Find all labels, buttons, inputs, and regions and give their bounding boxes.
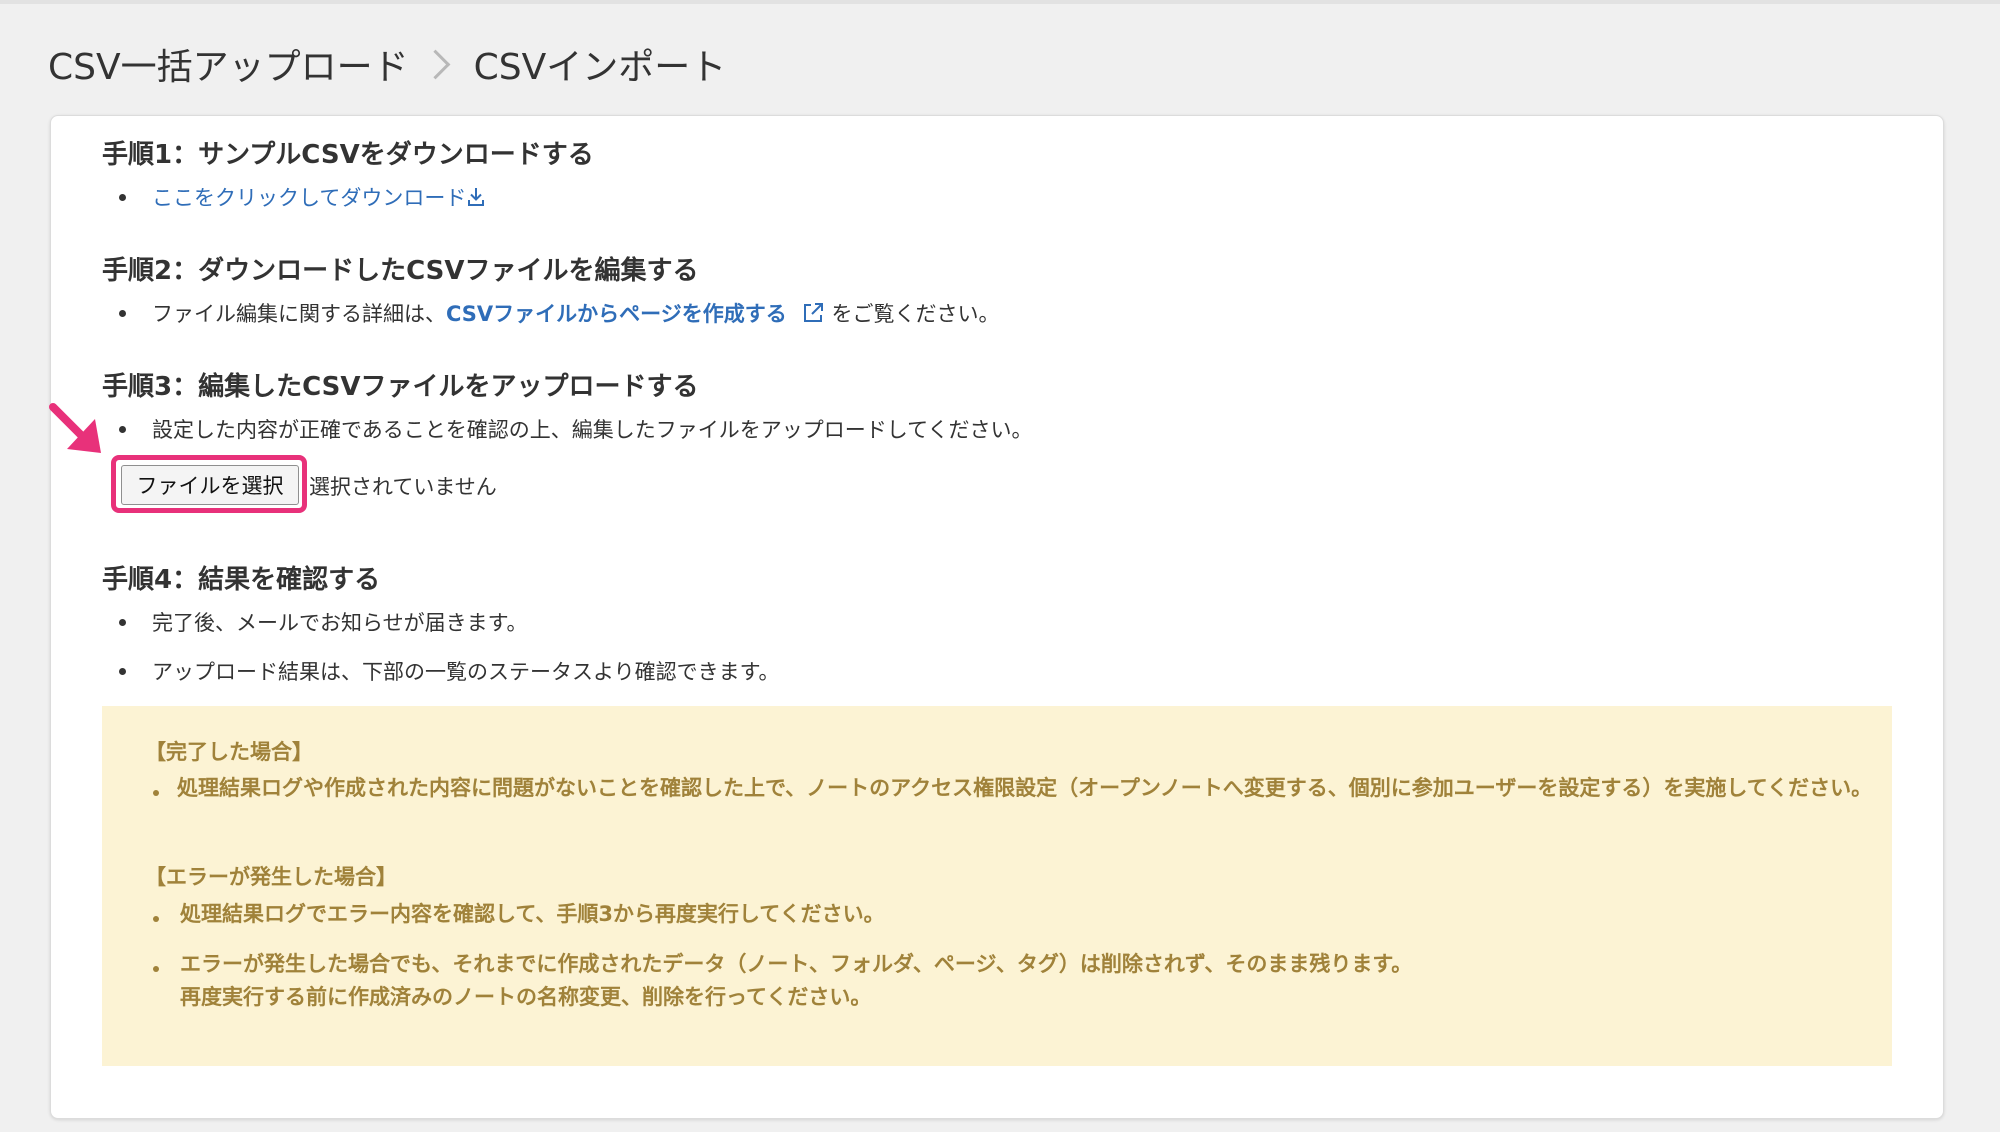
step2-prefix: ファイル編集に関する詳細は、 (152, 302, 446, 326)
pointer-arrow-icon (49, 403, 107, 463)
file-status-text: 選択されていません (309, 475, 497, 499)
import-card: 手順1：サンプルCSVをダウンロードする ここをクリックしてダウンロード 手順2… (49, 115, 1944, 1119)
download-link-label: ここをクリックしてダウンロード (152, 186, 467, 210)
external-link-icon[interactable] (793, 301, 831, 330)
breadcrumb: CSV一括アップロード CSVインポート (48, 38, 726, 90)
step2-title: 手順2：ダウンロードしたCSVファイルを編集する (102, 256, 699, 286)
step4-title: 手順4：結果を確認する (102, 565, 381, 595)
notice-error-item-2-line-1: エラーが発生した場合でも、それまでに作成されたデータ（ノート、フォルダ、ページ、… (180, 952, 1413, 976)
notice-error-heading: 【エラーが発生した場合】 (145, 865, 397, 889)
step1-title: 手順1：サンプルCSVをダウンロードする (102, 140, 594, 170)
step4-item-1-text: 完了後、メールでお知らせが届きます。 (152, 611, 528, 635)
download-icon (466, 186, 486, 213)
step4-item-2: アップロード結果は、下部の一覧のステータスより確認できます。 (119, 656, 779, 686)
notice-bullet (153, 916, 159, 922)
notice-error-item-1: 処理結果ログでエラー内容を確認して、手順3から再度実行してください。 (180, 902, 885, 926)
step3-item: 設定した内容が正確であることを確認の上、編集したファイルをアップロードしてくださ… (119, 414, 1033, 444)
breadcrumb-current: CSVインポート (473, 47, 727, 88)
download-link[interactable]: ここをクリックしてダウンロード (152, 186, 486, 210)
csv-help-link[interactable]: CSVファイルからページを作成する (446, 302, 787, 326)
step4-item-2-text: アップロード結果は、下部の一覧のステータスより確認できます。 (152, 660, 780, 684)
step2-item: ファイル編集に関する詳細は、CSVファイルからページを作成する をご覧ください。 (119, 298, 999, 330)
chevron-right-icon (420, 49, 450, 79)
top-divider (0, 0, 2000, 4)
notice-error-item-2-line-2: 再度実行する前に作成済みのノートの名称変更、削除を行ってください。 (180, 985, 872, 1009)
choose-file-button[interactable]: ファイルを選択 (121, 465, 299, 505)
step3-text: 設定した内容が正確であることを確認の上、編集したファイルをアップロードしてくださ… (152, 418, 1033, 442)
step4-item-1: 完了後、メールでお知らせが届きます。 (119, 607, 527, 637)
notice-complete-heading: 【完了した場合】 (145, 740, 313, 764)
notice-box: 【完了した場合】 処理結果ログや作成された内容に問題がないことを確認した上で、ノ… (102, 706, 1892, 1066)
notice-bullet (153, 790, 159, 796)
notice-bullet (153, 966, 159, 972)
breadcrumb-parent[interactable]: CSV一括アップロード (48, 38, 409, 90)
step1-item: ここをクリックしてダウンロード (119, 182, 486, 213)
notice-complete-item: 処理結果ログや作成された内容に問題がないことを確認した上で、ノートのアクセス権限… (177, 776, 1873, 800)
step2-suffix: をご覧ください。 (831, 302, 1000, 326)
step3-title: 手順3：編集したCSVファイルをアップロードする (102, 372, 699, 402)
